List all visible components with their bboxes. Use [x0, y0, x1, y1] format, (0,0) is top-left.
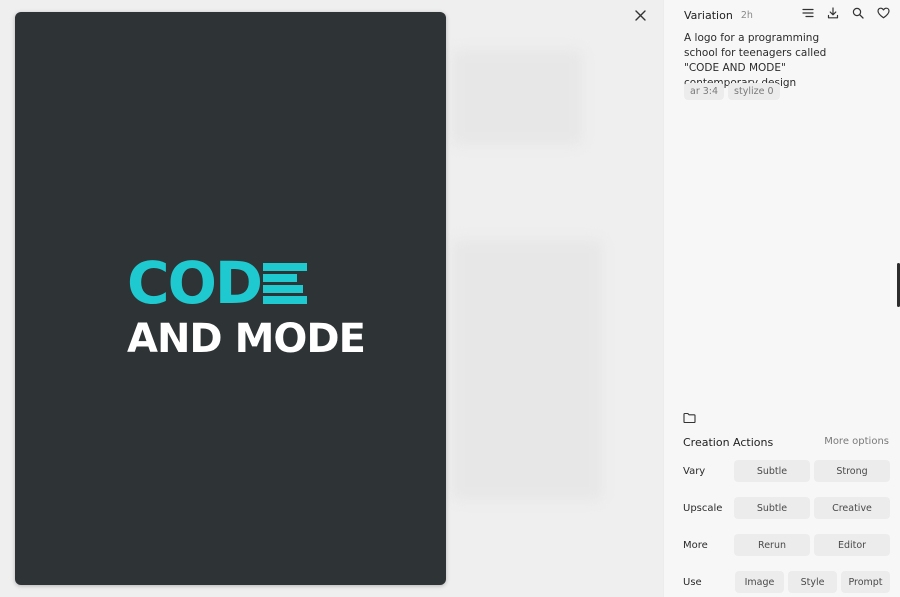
use-style-button[interactable]: Style — [788, 571, 837, 593]
search-button[interactable] — [851, 6, 865, 20]
image-viewer: COD AND MODE — [0, 0, 663, 597]
use-image-button[interactable]: Image — [735, 571, 784, 593]
generated-image[interactable]: COD AND MODE — [15, 12, 446, 585]
use-row: Use Image Style Prompt — [683, 571, 890, 593]
timestamp: 2h — [740, 9, 753, 21]
prompt-text: A logo for a programming school for teen… — [684, 32, 827, 89]
parameter-tags: ar 3:4 stylize 0 — [684, 83, 780, 100]
options-icon — [802, 8, 814, 18]
heart-icon — [876, 7, 890, 19]
search-icon — [852, 7, 864, 19]
variation-title: Variation — [684, 8, 733, 22]
options-button[interactable] — [801, 6, 815, 20]
logo-word-and-mode: AND MODE — [127, 316, 366, 362]
use-prompt-button[interactable]: Prompt — [841, 571, 890, 593]
aspect-ratio-tag[interactable]: ar 3:4 — [684, 83, 725, 100]
app-root: COD AND MODE Variation 2h A logo for a p… — [0, 0, 900, 597]
vary-label: Vary — [683, 465, 706, 477]
vary-subtle-button[interactable]: Subtle — [734, 460, 810, 482]
more-options-link[interactable]: More options — [824, 436, 889, 447]
upscale-label: Upscale — [683, 502, 723, 514]
vary-strong-button[interactable]: Strong — [814, 460, 890, 482]
logo-word-code: COD — [127, 249, 263, 317]
background-thumbnail — [452, 240, 602, 500]
panel-header: Variation 2h — [684, 7, 753, 23]
rerun-button[interactable]: Rerun — [734, 534, 810, 556]
code-and-mode-logo: COD AND MODE — [127, 249, 366, 362]
header-actions — [801, 6, 890, 20]
folder-icon — [683, 412, 696, 424]
download-button[interactable] — [826, 6, 840, 20]
more-label: More — [683, 539, 708, 551]
editor-button[interactable]: Editor — [814, 534, 890, 556]
use-label: Use — [683, 576, 702, 588]
logo-letter-e-bars — [263, 262, 308, 304]
more-row: More Rerun Editor — [683, 534, 890, 556]
upscale-subtle-button[interactable]: Subtle — [734, 497, 810, 519]
upscale-row: Upscale Subtle Creative — [683, 497, 890, 519]
background-thumbnail — [452, 50, 582, 145]
creation-actions-title: Creation Actions — [683, 436, 774, 449]
logo-top-line: COD — [127, 249, 308, 317]
download-icon — [827, 7, 839, 19]
close-icon — [634, 9, 646, 21]
close-button[interactable] — [631, 6, 649, 24]
upscale-creative-button[interactable]: Creative — [814, 497, 890, 519]
vary-row: Vary Subtle Strong — [683, 460, 890, 482]
stylize-tag[interactable]: stylize 0 — [728, 83, 780, 100]
folder-button[interactable] — [683, 409, 697, 424]
like-button[interactable] — [876, 6, 890, 20]
details-panel: Variation 2h A logo for a programming sc… — [663, 0, 900, 597]
